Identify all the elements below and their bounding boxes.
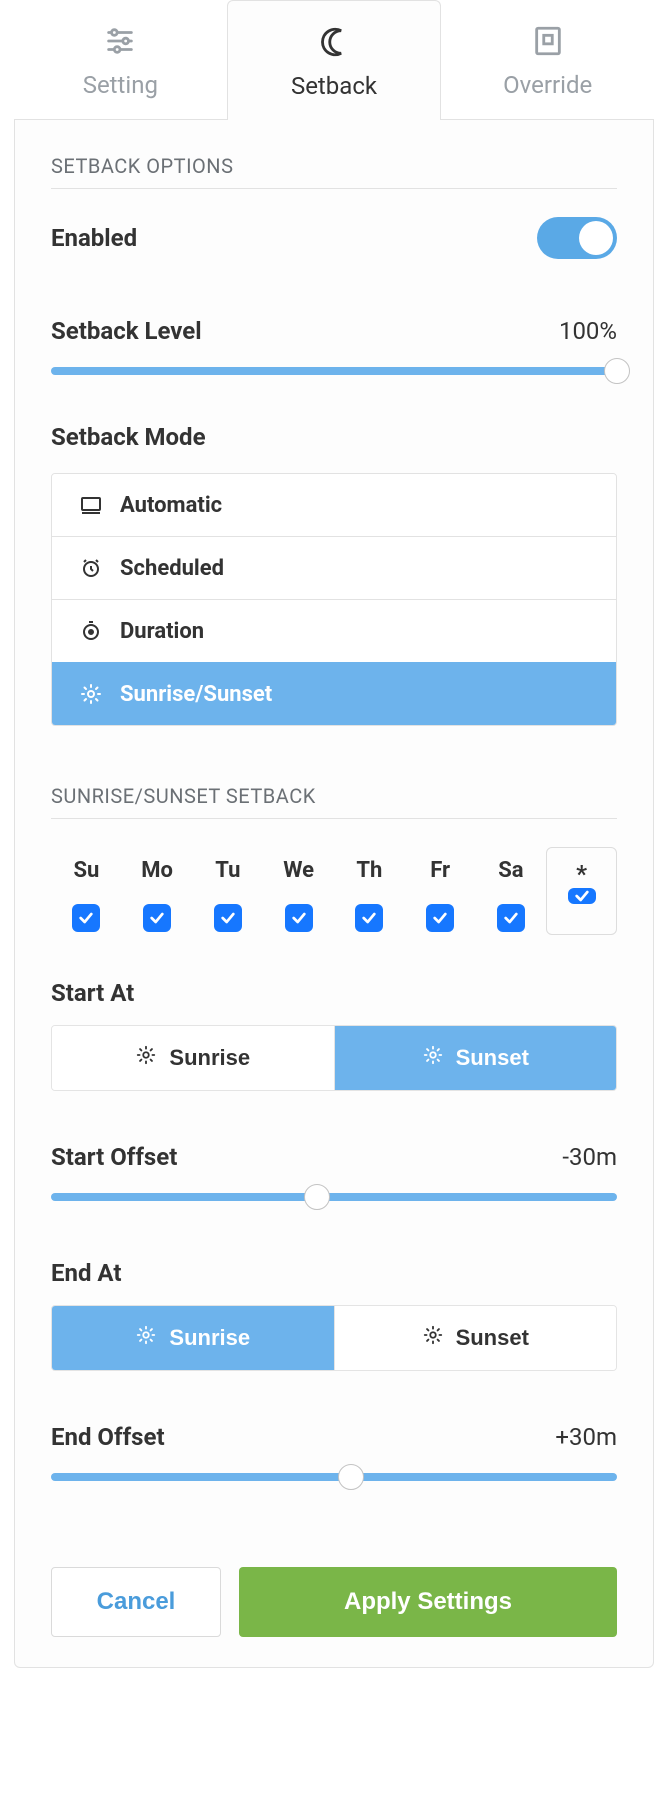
stopwatch-icon (78, 618, 104, 644)
slider-thumb[interactable] (304, 1184, 330, 1210)
end-offset-label: End Offset (51, 1423, 165, 1451)
day-su-checkbox[interactable] (72, 904, 100, 932)
day-th-label: Th (334, 850, 405, 891)
sunrise-sunset-heading: SUNRISE/SUNSET SETBACK (51, 784, 617, 819)
days-all-checkbox[interactable] (568, 888, 596, 904)
setback-level-slider[interactable] (51, 361, 617, 381)
mode-automatic[interactable]: Automatic (52, 474, 616, 536)
mode-sunrise-sunset[interactable]: Sunrise/Sunset (52, 662, 616, 725)
sun-icon (78, 681, 104, 707)
sun-icon (422, 1324, 444, 1352)
day-th-checkbox[interactable] (355, 904, 383, 932)
enabled-toggle[interactable] (537, 217, 617, 259)
tab-setting[interactable]: Setting (14, 0, 227, 120)
sliders-icon (100, 21, 140, 61)
day-mo-checkbox[interactable] (143, 904, 171, 932)
enabled-label: Enabled (51, 224, 137, 252)
mode-scheduled-label: Scheduled (120, 556, 224, 581)
day-fr-label: Fr (405, 850, 476, 891)
mode-scheduled[interactable]: Scheduled (52, 536, 616, 599)
mode-automatic-label: Automatic (120, 493, 222, 518)
setback-options-heading: SETBACK OPTIONS (51, 154, 617, 189)
start-offset-slider[interactable] (51, 1187, 617, 1207)
day-tu-label: Tu (193, 850, 264, 891)
mode-sun-label: Sunrise/Sunset (120, 682, 272, 707)
start-at-sunrise-label: Sunrise (169, 1045, 250, 1071)
end-at-sunset[interactable]: Sunset (334, 1306, 617, 1370)
clock-icon (78, 555, 104, 581)
start-offset-value: -30m (562, 1143, 617, 1171)
end-offset-slider[interactable] (51, 1467, 617, 1487)
setback-level-value: 100% (559, 317, 617, 345)
start-at-sunrise[interactable]: Sunrise (52, 1026, 334, 1090)
day-we-checkbox[interactable] (285, 904, 313, 932)
sun-icon (135, 1044, 157, 1072)
days-all-toggle[interactable]: * (546, 847, 617, 935)
action-row: Cancel Apply Settings (51, 1567, 617, 1637)
tab-override[interactable]: Override (441, 0, 654, 120)
cancel-button[interactable]: Cancel (51, 1567, 221, 1637)
setback-panel: SETBACK OPTIONS Enabled Setback Level 10… (14, 119, 654, 1668)
moon-icon (314, 22, 354, 62)
tab-setback-label: Setback (291, 72, 377, 100)
day-mo-label: Mo (122, 850, 193, 891)
tab-override-label: Override (503, 71, 592, 99)
automatic-icon (78, 492, 104, 518)
start-at-segmented: Sunrise Sunset (51, 1025, 617, 1091)
end-at-sunrise[interactable]: Sunrise (52, 1306, 334, 1370)
toggle-knob (579, 221, 613, 255)
tab-setting-label: Setting (83, 71, 158, 99)
day-sa-checkbox[interactable] (497, 904, 525, 932)
start-at-label: Start At (51, 979, 134, 1007)
tab-setback[interactable]: Setback (227, 0, 442, 120)
start-at-sunset[interactable]: Sunset (334, 1026, 617, 1090)
setback-level-label: Setback Level (51, 317, 202, 345)
end-at-label: End At (51, 1259, 121, 1287)
setback-mode-label: Setback Mode (51, 423, 206, 451)
days-all-symbol: * (576, 860, 587, 888)
slider-thumb[interactable] (338, 1464, 364, 1490)
apply-settings-button[interactable]: Apply Settings (239, 1567, 617, 1637)
start-offset-label: Start Offset (51, 1143, 177, 1171)
slider-track (51, 1193, 617, 1201)
slider-track (51, 1473, 617, 1481)
day-tu-checkbox[interactable] (214, 904, 242, 932)
slider-track (51, 367, 617, 375)
day-su-label: Su (51, 850, 122, 891)
sun-icon (422, 1044, 444, 1072)
day-sa-label: Sa (476, 850, 547, 891)
day-fr-checkbox[interactable] (426, 904, 454, 932)
tabs-bar: Setting Setback Override (0, 0, 668, 120)
mode-duration[interactable]: Duration (52, 599, 616, 662)
start-at-sunset-label: Sunset (456, 1045, 529, 1071)
end-at-sunrise-label: Sunrise (169, 1325, 250, 1351)
end-at-segmented: Sunrise Sunset (51, 1305, 617, 1371)
override-icon (528, 21, 568, 61)
mode-duration-label: Duration (120, 619, 204, 644)
days-selector: Su Mo Tu We Th Fr Sa * (51, 847, 617, 935)
day-we-label: We (263, 850, 334, 891)
mode-list: Automatic Scheduled Duration Sunrise/Sun… (51, 473, 617, 726)
end-at-sunset-label: Sunset (456, 1325, 529, 1351)
slider-thumb[interactable] (604, 358, 630, 384)
end-offset-value: +30m (555, 1423, 617, 1451)
sun-icon (135, 1324, 157, 1352)
